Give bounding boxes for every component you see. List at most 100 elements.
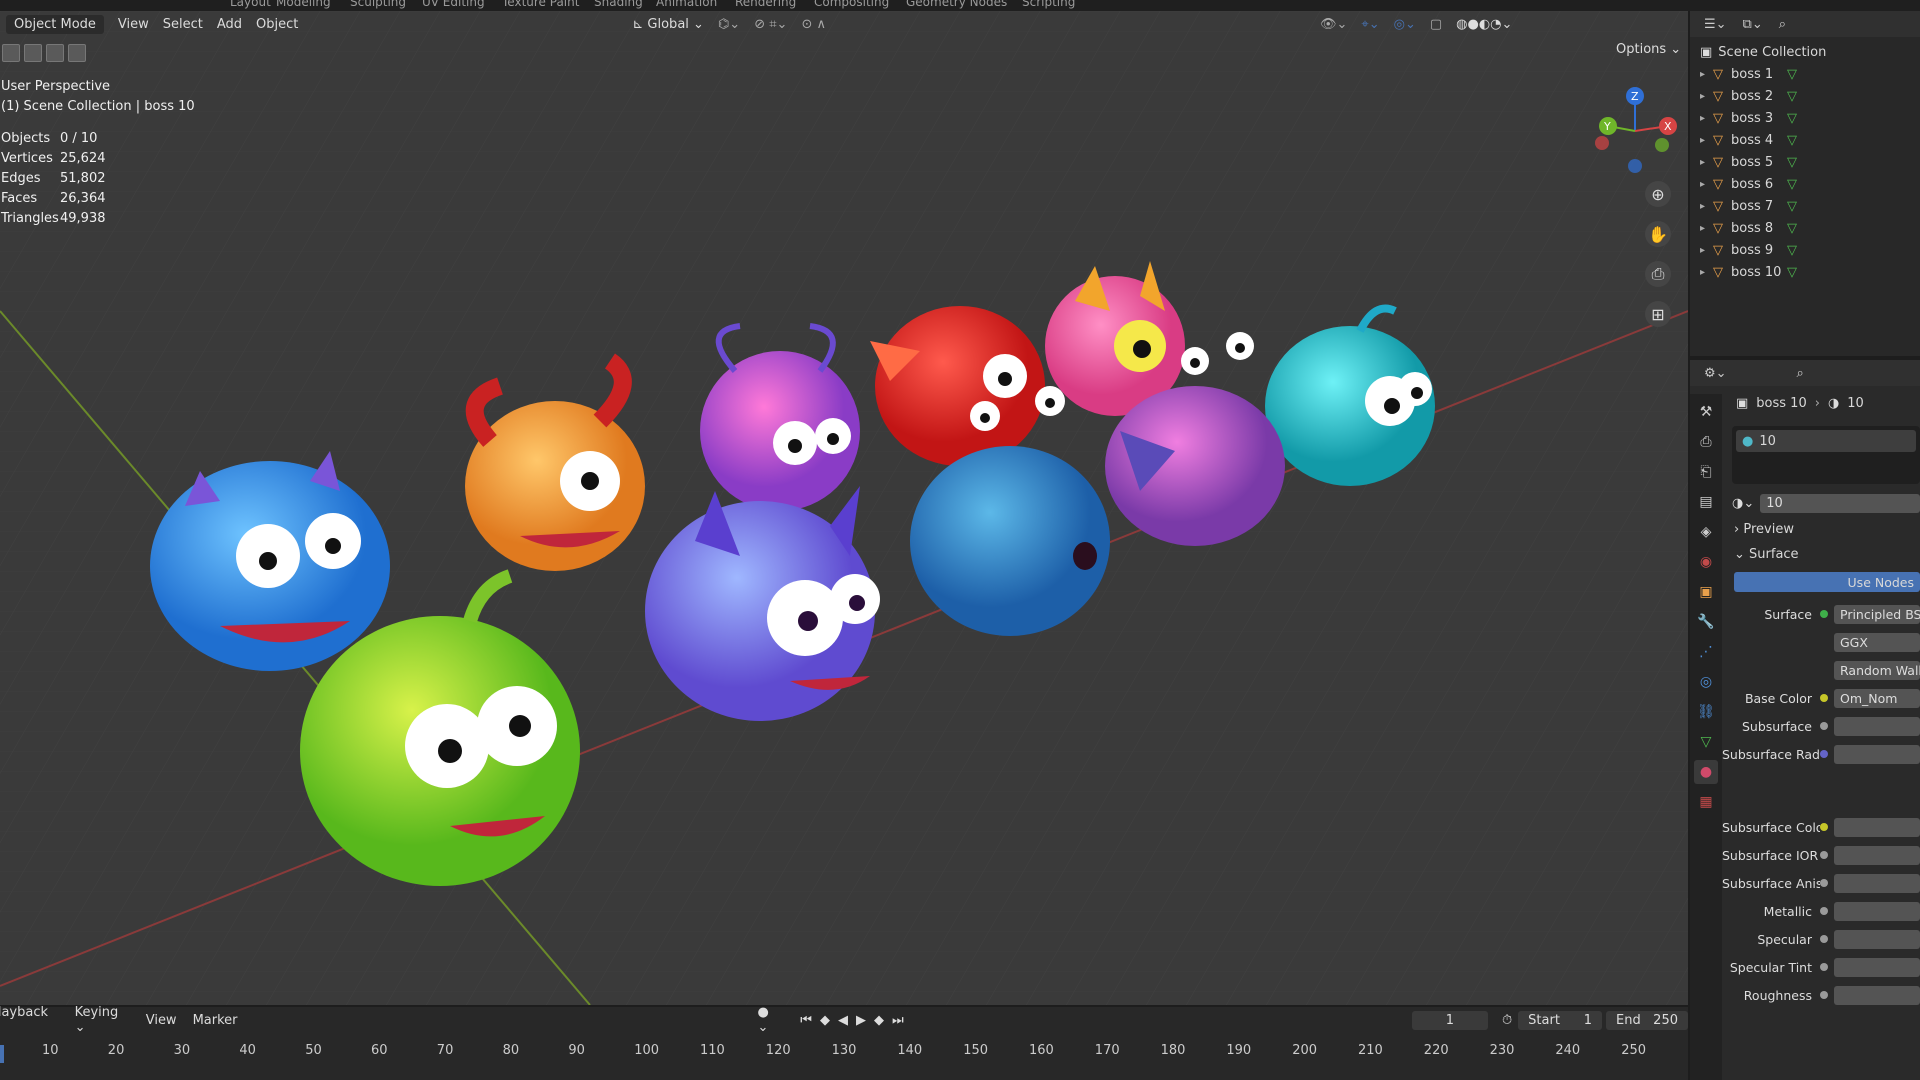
playhead-marker[interactable] [0,1045,4,1063]
transform-orientation-dropdown[interactable]: ⊾ Global ⌄ [632,17,704,32]
mesh-data-icon[interactable]: ▽ [1787,199,1797,214]
property-value[interactable]: Random Walk [1834,660,1920,680]
prev-keyframe-icon[interactable]: ◆ [820,1013,838,1028]
navigation-gizmo[interactable]: Z X Y [1590,81,1680,181]
property-value[interactable] [1834,985,1920,1005]
expand-arrow-icon[interactable]: ▸ [1700,91,1705,102]
use-nodes-button[interactable]: Use Nodes [1734,572,1920,592]
property-row[interactable]: Subsurface Color [1722,816,1920,838]
texture-tab-icon[interactable]: ▦ [1694,790,1718,814]
viewport-menu-add[interactable]: Add [217,17,242,32]
expand-arrow-icon[interactable]: ▸ [1700,201,1705,212]
editor-type-icon[interactable]: ⚙⌄ [1704,366,1727,381]
object-tab-icon[interactable]: ▣ [1694,580,1718,604]
preview-panel-header[interactable]: › Preview [1734,522,1794,537]
workspace-tab-modeling[interactable]: Modeling [276,0,331,9]
property-row[interactable]: Specular Tint [1722,956,1920,978]
select-extend-icon[interactable] [24,44,42,62]
workspace-tab-animation[interactable]: Animation [656,0,717,9]
expand-arrow-icon[interactable]: ▸ [1700,157,1705,168]
property-row[interactable]: Specular [1722,928,1920,950]
material-selector[interactable]: ◑⌄ 10 [1732,492,1920,514]
property-row[interactable]: Subsurface IOR [1722,844,1920,866]
expand-arrow-icon[interactable]: ▸ [1700,223,1705,234]
jump-start-icon[interactable]: ⏮ [800,1013,820,1028]
physics-tab-icon[interactable]: ◎ [1694,670,1718,694]
property-row[interactable]: Random Walk [1722,659,1920,681]
property-row[interactable]: GGX [1722,631,1920,653]
material-slot-list[interactable]: ● 10 [1732,426,1920,484]
outliner-item[interactable]: ▸ ▽ boss 5 ▽ [1700,151,1797,173]
select-subtract-icon[interactable] [46,44,64,62]
expand-arrow-icon[interactable]: ▸ [1700,179,1705,190]
camera-icon[interactable]: ⎙ [1645,261,1671,287]
scene-tab-icon[interactable]: ◈ [1694,520,1718,544]
mesh-data-icon[interactable]: ▽ [1787,111,1797,126]
end-frame-field[interactable]: End 250 [1606,1010,1688,1030]
jump-end-icon[interactable]: ⏭ [892,1013,912,1028]
outliner-item[interactable]: ▸ ▽ boss 8 ▽ [1700,217,1797,239]
material-tab-icon[interactable]: ● [1694,760,1718,784]
snap-icon[interactable]: ⊘ ⌗⌄ [754,17,787,32]
select-new-icon[interactable] [2,44,20,62]
outliner-item[interactable]: ▸ ▽ boss 10 ▽ [1700,261,1797,283]
play-icon[interactable]: ▶ [856,1013,874,1028]
select-invert-icon[interactable] [68,44,86,62]
workspace-tab-texture-paint[interactable]: Texture Paint [502,0,579,9]
material-slot-row[interactable]: ● 10 [1736,430,1916,452]
pivot-icon[interactable]: ⌬⌄ [718,17,740,32]
modifier-tab-icon[interactable]: 🔧 [1694,610,1718,634]
mesh-data-icon[interactable]: ▽ [1787,155,1797,170]
viewport-menu-object[interactable]: Object [256,17,298,32]
expand-arrow-icon[interactable]: ▸ [1700,69,1705,80]
render-tab-icon[interactable]: ⎙ [1694,430,1718,454]
property-value[interactable] [1834,873,1920,893]
workspace-tab-shading[interactable]: Shading [594,0,643,9]
property-value[interactable]: GGX [1834,632,1920,652]
property-row[interactable]: Base Color Om_Nom [1722,687,1920,709]
property-row[interactable]: Surface Principled BSDF [1722,603,1920,625]
expand-arrow-icon[interactable]: ▸ [1700,267,1705,278]
outliner-search-icon[interactable]: ⌕ [1779,17,1786,32]
mesh-data-icon[interactable]: ▽ [1787,177,1797,192]
output-tab-icon[interactable]: ⎗ [1694,460,1718,484]
browse-material-icon[interactable]: ◑⌄ [1732,496,1754,511]
property-value[interactable] [1834,929,1920,949]
property-value[interactable] [1834,744,1920,764]
expand-arrow-icon[interactable]: ▸ [1700,135,1705,146]
property-row[interactable]: Subsurface Radius [1722,743,1920,765]
view-layer-tab-icon[interactable]: ▤ [1694,490,1718,514]
scene-collection-row[interactable]: ▣ Scene Collection [1700,41,1826,63]
constraints-tab-icon[interactable]: ⛓ [1694,700,1718,724]
outliner-item[interactable]: ▸ ▽ boss 3 ▽ [1700,107,1797,129]
options-dropdown[interactable]: Options ⌄ [1616,42,1681,57]
property-row[interactable]: Roughness [1722,984,1920,1006]
expand-arrow-icon[interactable]: ▸ [1700,113,1705,124]
display-mode-icon[interactable]: ☰⌄ [1704,17,1727,32]
property-value[interactable] [1834,817,1920,837]
property-value[interactable] [1834,957,1920,977]
expand-arrow-icon[interactable]: ▸ [1700,245,1705,256]
3d-viewport[interactable]: Object Mode View Select Add Object ⊾ Glo… [0,11,1688,1005]
mesh-data-icon[interactable]: ▽ [1787,221,1797,236]
outliner-item[interactable]: ▸ ▽ boss 7 ▽ [1700,195,1797,217]
material-name-field[interactable]: 10 [1760,493,1920,513]
outliner-item[interactable]: ▸ ▽ boss 6 ▽ [1700,173,1797,195]
keying-menu[interactable]: Keying ⌄ [75,1005,130,1035]
mesh-data-icon[interactable]: ▽ [1787,67,1797,82]
next-keyframe-icon[interactable]: ◆ [874,1013,892,1028]
mesh-data-icon[interactable]: ▽ [1787,265,1797,280]
pan-hand-icon[interactable]: ✋ [1645,221,1671,247]
timeline-view-menu[interactable]: View [146,1013,177,1028]
property-value[interactable] [1834,901,1920,921]
overlay-toggle-icon[interactable]: ◎⌄ [1394,17,1416,32]
perspective-grid-icon[interactable]: ⊞ [1645,301,1671,327]
outliner-item[interactable]: ▸ ▽ boss 1 ▽ [1700,63,1797,85]
property-value[interactable]: Principled BSDF [1834,604,1920,624]
auto-keying-icon[interactable]: ● ⌄ [758,1005,783,1035]
property-value[interactable] [1834,716,1920,736]
viewport-menu-select[interactable]: Select [163,17,203,32]
workspace-tab-compositing[interactable]: Compositing [814,0,889,9]
properties-search-icon[interactable]: ⌕ [1797,366,1804,381]
property-value[interactable]: Om_Nom [1834,688,1920,708]
